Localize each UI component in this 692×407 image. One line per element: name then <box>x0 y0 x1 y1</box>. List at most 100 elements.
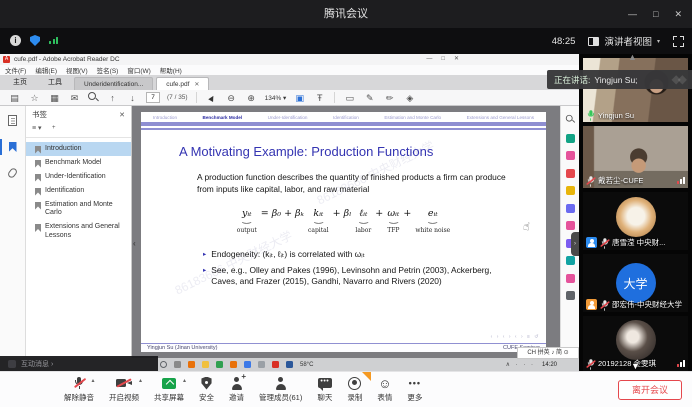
bookmarks-icon[interactable] <box>0 140 25 154</box>
excel-icon[interactable] <box>216 361 223 368</box>
emoji-button[interactable]: ☺表情 <box>377 376 392 403</box>
fill-sign-icon[interactable] <box>566 274 575 283</box>
folder-icon[interactable] <box>202 361 209 368</box>
highlight-icon[interactable]: ✏ <box>383 91 396 105</box>
page-input[interactable]: 7 <box>146 92 160 103</box>
acrobat-titlebar: A cufe.pdf - Adobe Acrobat Reader DC — □… <box>0 54 579 65</box>
invite-button[interactable]: +邀请 <box>229 376 244 403</box>
stamp-icon[interactable]: ◈ <box>403 91 416 105</box>
start-video-button[interactable]: ▴开启视频 <box>109 376 139 403</box>
scroll-down-icon[interactable]: ▼ <box>631 362 640 371</box>
combine-files-icon[interactable] <box>566 204 575 213</box>
more-button[interactable]: •••更多 <box>407 376 422 403</box>
members-button[interactable]: 管理成员(61) <box>259 376 302 403</box>
caret-up-icon[interactable]: ▴ <box>91 377 94 384</box>
leave-meeting-button[interactable]: 离开会议 <box>618 380 682 400</box>
edge-icon[interactable] <box>244 361 251 368</box>
bookmark-item[interactable]: Introduction <box>26 142 131 156</box>
mail-icon[interactable] <box>174 361 181 368</box>
menu-item[interactable]: 视图(V) <box>66 65 88 75</box>
save-icon[interactable]: ▤ <box>8 91 21 105</box>
participant-tile[interactable]: 唐雪滢 中央财... <box>583 192 688 250</box>
participant-tile[interactable]: 大学邵宏伟-中央财经大学 <box>583 254 688 312</box>
create-pdf-icon[interactable] <box>566 169 575 178</box>
acrobat-close-icon[interactable]: ✕ <box>454 54 459 65</box>
word-icon[interactable] <box>286 361 293 368</box>
settings-icon[interactable] <box>258 361 265 368</box>
page-down-icon[interactable]: ↓ <box>126 91 139 105</box>
bookmark-item[interactable]: Identification <box>26 184 131 198</box>
bookmark-item[interactable]: Extensions and General Lessons <box>26 221 131 244</box>
panel-collapse-icon[interactable]: ‹ <box>133 240 136 248</box>
zoom-in-icon[interactable]: ⊕ <box>245 91 258 105</box>
chat-button[interactable]: •••聊天 <box>317 376 332 403</box>
maximize-icon[interactable]: □ <box>653 9 658 19</box>
participant-tile[interactable]: 20192128 金雯琪▼ <box>583 316 688 371</box>
security-shield-icon[interactable] <box>30 35 40 46</box>
acrobat-maximize-icon[interactable]: □ <box>441 54 445 65</box>
adobe-icon[interactable] <box>272 361 279 368</box>
document-tab[interactable]: cufe.pdf✕ <box>156 77 209 90</box>
bullet-item: ▸See, e.g., Olley and Pakes (1996), Levi… <box>203 265 516 288</box>
pencil-icon[interactable]: ✎ <box>363 91 376 105</box>
record-button[interactable]: 录制 <box>347 376 362 403</box>
menu-item[interactable]: 签名(S) <box>97 65 119 75</box>
participant-tile[interactable]: 戴若尘-CUFE <box>583 126 688 188</box>
tools-tab[interactable]: 工具 <box>39 76 71 90</box>
bookmarks-close-icon[interactable]: ✕ <box>119 111 125 119</box>
view-mode-button[interactable]: 演讲者视图 ▾ <box>588 34 660 48</box>
reading-mode-icon[interactable]: Ŧ <box>313 91 326 105</box>
bookmark-item[interactable]: Under-Identification <box>26 170 131 184</box>
find-icon[interactable] <box>88 92 99 103</box>
email-icon[interactable]: ✉ <box>68 91 81 105</box>
caret-up-icon[interactable]: ▴ <box>183 377 186 384</box>
menu-item[interactable]: 窗口(W) <box>127 65 150 75</box>
unmute-button[interactable]: ▴解除静音 <box>64 376 94 403</box>
chrome-icon[interactable] <box>188 361 195 368</box>
browser-icon[interactable] <box>230 361 237 368</box>
comment-icon[interactable]: ▭ <box>343 91 356 105</box>
export-pdf-icon[interactable] <box>566 134 575 143</box>
close-icon[interactable]: ✕ <box>674 9 682 20</box>
bookmarks-options-icon[interactable]: ≡ ▾ <box>32 124 42 132</box>
document-tab[interactable]: Underidentification... <box>74 77 153 90</box>
star-icon[interactable]: ☆ <box>28 91 41 105</box>
acrobat-minimize-icon[interactable]: — <box>426 54 432 65</box>
avatar: 大学 <box>616 263 656 303</box>
ime-bar[interactable]: CH 拼英 ♪ 简 ⊙ <box>517 347 579 359</box>
search-tool-icon[interactable] <box>565 115 574 124</box>
organize-pages-icon[interactable] <box>566 221 575 230</box>
bookmark-item[interactable]: Estimation and Monte Carlo <box>26 198 131 221</box>
menu-item[interactable]: 文件(F) <box>5 65 26 75</box>
home-tab[interactable]: 主页 <box>4 76 36 90</box>
system-tray-icons[interactable]: ∧ · · · <box>506 361 535 368</box>
bookmarks-toolbar: ≡ ▾ + <box>26 122 131 138</box>
participant-tile[interactable]: Yingjun Su <box>583 58 688 122</box>
meeting-info-icon[interactable]: i <box>10 35 21 46</box>
edit-pdf-icon[interactable] <box>566 151 575 160</box>
zoom-level-select[interactable]: 134% ▾ <box>265 94 287 102</box>
attachments-icon[interactable] <box>0 166 25 180</box>
zoom-out-icon[interactable]: ⊖ <box>225 91 238 105</box>
menu-item[interactable]: 帮助(H) <box>160 65 182 75</box>
share-screen-button[interactable]: ▴共享屏幕 <box>154 376 184 403</box>
page-view-icon[interactable]: ▣ <box>293 91 306 105</box>
caret-up-icon[interactable]: ▴ <box>139 377 142 384</box>
menu-item[interactable]: 编辑(E) <box>35 65 57 75</box>
collapse-up-icon[interactable]: ▲ <box>628 53 637 62</box>
panel-handle[interactable]: › <box>571 232 579 256</box>
more-tools-icon[interactable] <box>566 291 575 300</box>
minimize-icon[interactable]: — <box>628 9 637 19</box>
page-thumbnails-icon[interactable] <box>0 113 25 128</box>
compress-pdf-icon[interactable] <box>566 256 575 265</box>
comment-tool-icon[interactable] <box>566 186 575 195</box>
page-up-icon[interactable]: ↑ <box>106 91 119 105</box>
chat-preview-bar[interactable]: 互动消息 › <box>0 356 158 371</box>
select-tool-icon[interactable]: ▶ <box>204 90 219 105</box>
fullscreen-icon[interactable] <box>673 36 684 47</box>
search-icon[interactable] <box>160 361 167 368</box>
bookmark-item[interactable]: Benchmark Model <box>26 156 131 170</box>
close-tab-icon[interactable]: ✕ <box>194 81 199 88</box>
security-button[interactable]: 安全 <box>199 376 214 403</box>
print-icon[interactable]: ▦ <box>48 91 61 105</box>
